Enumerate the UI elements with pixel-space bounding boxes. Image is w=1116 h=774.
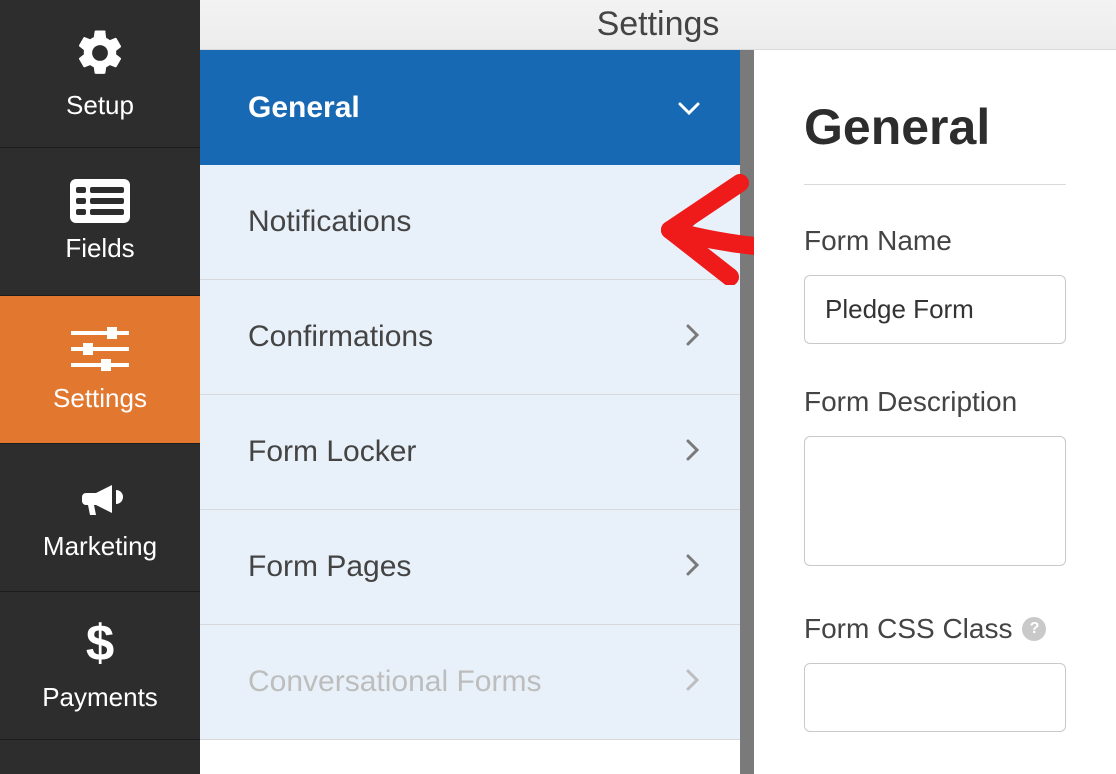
- menu-item-form-locker[interactable]: Form Locker: [200, 395, 740, 510]
- sidebar-item-settings[interactable]: Settings: [0, 296, 200, 444]
- menu-item-label: Form Locker: [248, 435, 416, 469]
- menu-item-label: Conversational Forms: [248, 665, 541, 699]
- main-panel: Settings General Notifications Confirmat…: [200, 0, 1116, 774]
- menu-item-label: Form Pages: [248, 550, 411, 584]
- form-css-input[interactable]: [804, 663, 1066, 732]
- gear-icon: [73, 26, 127, 80]
- chevron-down-icon: [678, 92, 700, 123]
- menu-item-form-pages[interactable]: Form Pages: [200, 510, 740, 625]
- column-divider: [740, 50, 754, 774]
- menu-item-confirmations[interactable]: Confirmations: [200, 280, 740, 395]
- field-form-name: Form Name: [804, 225, 1066, 344]
- chevron-right-icon: [686, 322, 700, 353]
- form-name-input[interactable]: [804, 275, 1066, 344]
- sidebar-item-fields[interactable]: Fields: [0, 148, 200, 296]
- page-title-bar: Settings: [200, 0, 1116, 50]
- chevron-right-icon: [686, 552, 700, 583]
- menu-item-notifications[interactable]: Notifications: [200, 165, 740, 280]
- form-heading: General: [804, 98, 1066, 185]
- svg-text:$: $: [86, 618, 114, 671]
- sidebar-item-label: Fields: [65, 233, 134, 264]
- sidebar-item-label: Marketing: [43, 531, 157, 562]
- sidebar-item-marketing[interactable]: Marketing: [0, 444, 200, 592]
- sidebar: Setup Fields Settings Marketing $: [0, 0, 200, 774]
- chevron-right-icon: [686, 437, 700, 468]
- menu-item-label: Confirmations: [248, 320, 433, 354]
- page-title: Settings: [597, 5, 720, 44]
- form-panel: General Form Name Form Description Form …: [754, 50, 1116, 774]
- sliders-icon: [71, 325, 129, 373]
- sidebar-item-label: Payments: [42, 682, 158, 713]
- field-form-css-class: Form CSS Class ?: [804, 613, 1066, 732]
- settings-menu: General Notifications Confirmations Form…: [200, 50, 740, 774]
- sidebar-item-label: Setup: [66, 90, 134, 121]
- menu-header-label: General: [248, 91, 360, 125]
- chevron-right-icon: [686, 667, 700, 698]
- menu-item-label: Notifications: [248, 205, 411, 239]
- field-form-description: Form Description: [804, 386, 1066, 571]
- list-icon: [70, 179, 130, 223]
- menu-header-general[interactable]: General: [200, 50, 740, 165]
- sidebar-item-setup[interactable]: Setup: [0, 0, 200, 148]
- help-icon[interactable]: ?: [1022, 617, 1046, 641]
- sidebar-item-payments[interactable]: $ Payments: [0, 592, 200, 740]
- form-description-input[interactable]: [804, 436, 1066, 566]
- menu-item-conversational-forms[interactable]: Conversational Forms: [200, 625, 740, 740]
- form-description-label: Form Description: [804, 386, 1066, 418]
- form-css-label: Form CSS Class: [804, 613, 1012, 645]
- chevron-right-icon: [686, 207, 700, 238]
- dollar-icon: $: [82, 618, 118, 672]
- sidebar-item-label: Settings: [53, 383, 147, 414]
- form-name-label: Form Name: [804, 225, 1066, 257]
- bullhorn-icon: [72, 473, 128, 521]
